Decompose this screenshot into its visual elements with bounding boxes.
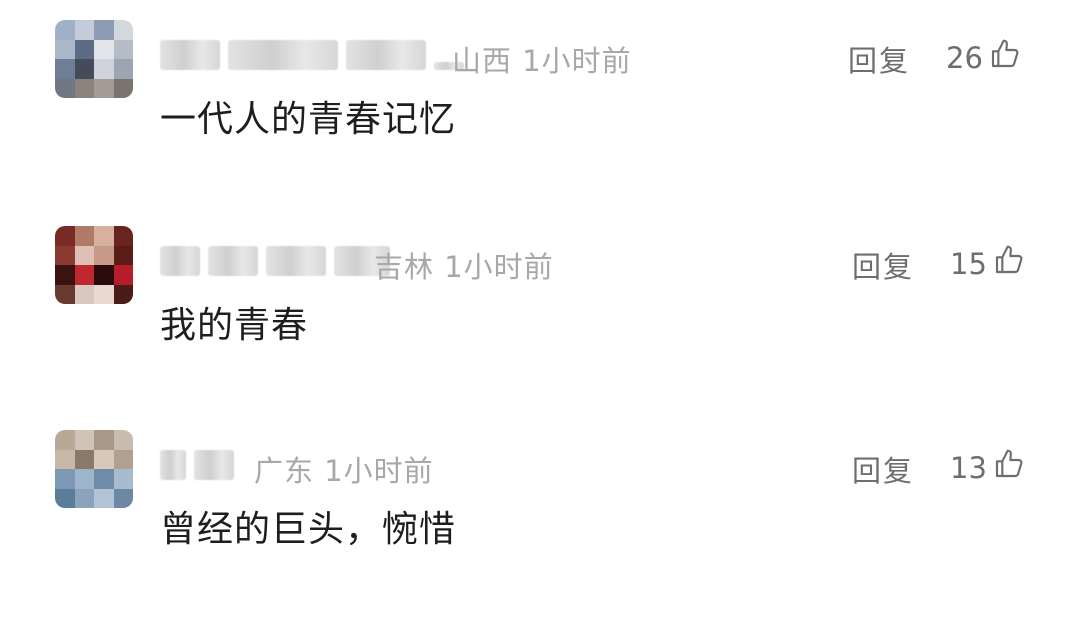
avatar-pixel bbox=[94, 20, 114, 40]
avatar[interactable] bbox=[55, 226, 133, 304]
like-count: 13 bbox=[950, 450, 987, 485]
avatar-pixel bbox=[55, 284, 75, 304]
avatar-pixel bbox=[74, 39, 94, 59]
comment-meta: 广东 1小时前 bbox=[254, 448, 434, 490]
avatar-pixel bbox=[113, 245, 133, 265]
avatar-pixel bbox=[94, 265, 114, 285]
time-label: 1小时前 bbox=[522, 44, 632, 78]
username-blurred[interactable] bbox=[160, 30, 472, 80]
username-blurred[interactable] bbox=[160, 440, 242, 490]
time-label: 1小时前 bbox=[444, 250, 554, 284]
location-label: 吉林 bbox=[374, 250, 435, 284]
avatar[interactable] bbox=[55, 430, 133, 508]
like-count: 26 bbox=[946, 40, 983, 75]
comment-meta: 山西 1小时前 bbox=[452, 38, 632, 80]
thumbs-up-icon bbox=[987, 448, 1025, 487]
avatar-pixel bbox=[94, 59, 114, 79]
avatar-pixel bbox=[94, 469, 114, 489]
like-button[interactable]: 13 bbox=[950, 448, 1025, 487]
avatar-pixel bbox=[55, 78, 75, 98]
avatar-pixel bbox=[74, 469, 94, 489]
avatar-pixel bbox=[113, 430, 133, 450]
username-blurred[interactable] bbox=[160, 236, 398, 286]
avatar-pixel bbox=[94, 226, 114, 246]
thumbs-up-icon bbox=[983, 38, 1021, 77]
avatar-pixel bbox=[74, 226, 94, 246]
location-label: 山西 bbox=[452, 44, 513, 78]
avatar-pixel bbox=[94, 430, 114, 450]
avatar-pixel bbox=[74, 59, 94, 79]
location-label: 广东 bbox=[254, 454, 315, 488]
comment-item: 山西 1小时前 回复 26 一代人的青春记忆 bbox=[0, 20, 1080, 210]
avatar-pixel bbox=[74, 78, 94, 98]
avatar-pixel bbox=[113, 449, 133, 469]
avatar-pixel bbox=[55, 39, 75, 59]
thumbs-up-icon bbox=[987, 244, 1025, 283]
avatar-pixel bbox=[74, 284, 94, 304]
avatar-pixel bbox=[113, 20, 133, 40]
comment-meta: 吉林 1小时前 bbox=[374, 244, 554, 286]
avatar-pixel bbox=[74, 265, 94, 285]
avatar-pixel bbox=[55, 488, 75, 508]
time-label: 1小时前 bbox=[324, 454, 434, 488]
avatar-pixel bbox=[55, 469, 75, 489]
reply-button[interactable]: 回复 bbox=[848, 38, 910, 80]
avatar-pixel bbox=[74, 430, 94, 450]
comment-text: 我的青春 bbox=[160, 305, 309, 346]
avatar-pixel bbox=[113, 59, 133, 79]
avatar-pixel bbox=[94, 284, 114, 304]
avatar-pixel bbox=[113, 284, 133, 304]
avatar-pixel bbox=[94, 78, 114, 98]
avatar-pixel bbox=[74, 20, 94, 40]
avatar-pixel bbox=[55, 59, 75, 79]
avatar-pixel bbox=[113, 39, 133, 59]
avatar-pixel bbox=[94, 449, 114, 469]
comment-item: 广东 1小时前 回复 13 曾经的巨头，惋惜 bbox=[0, 430, 1080, 620]
like-button[interactable]: 15 bbox=[950, 244, 1025, 283]
avatar-pixel bbox=[74, 245, 94, 265]
avatar-pixel bbox=[55, 20, 75, 40]
avatar-pixel bbox=[113, 469, 133, 489]
avatar-pixel bbox=[113, 78, 133, 98]
reply-button[interactable]: 回复 bbox=[852, 244, 914, 286]
comment-text: 一代人的青春记忆 bbox=[160, 99, 457, 140]
avatar-pixel bbox=[113, 265, 133, 285]
like-button[interactable]: 26 bbox=[946, 38, 1021, 77]
avatar-pixel bbox=[94, 39, 114, 59]
avatar-pixel bbox=[94, 488, 114, 508]
comment-item: 吉林 1小时前 回复 15 我的青春 bbox=[0, 226, 1080, 416]
comment-text: 曾经的巨头，惋惜 bbox=[160, 509, 457, 550]
avatar-pixel bbox=[55, 430, 75, 450]
avatar-pixel bbox=[74, 449, 94, 469]
avatar-pixel bbox=[55, 226, 75, 246]
like-count: 15 bbox=[950, 246, 987, 281]
avatar-pixel bbox=[55, 265, 75, 285]
avatar-pixel bbox=[74, 488, 94, 508]
avatar-pixel bbox=[55, 449, 75, 469]
avatar-pixel bbox=[94, 245, 114, 265]
reply-button[interactable]: 回复 bbox=[852, 448, 914, 490]
avatar-pixel bbox=[113, 226, 133, 246]
avatar-pixel bbox=[113, 488, 133, 508]
avatar-pixel bbox=[55, 245, 75, 265]
avatar[interactable] bbox=[55, 20, 133, 98]
